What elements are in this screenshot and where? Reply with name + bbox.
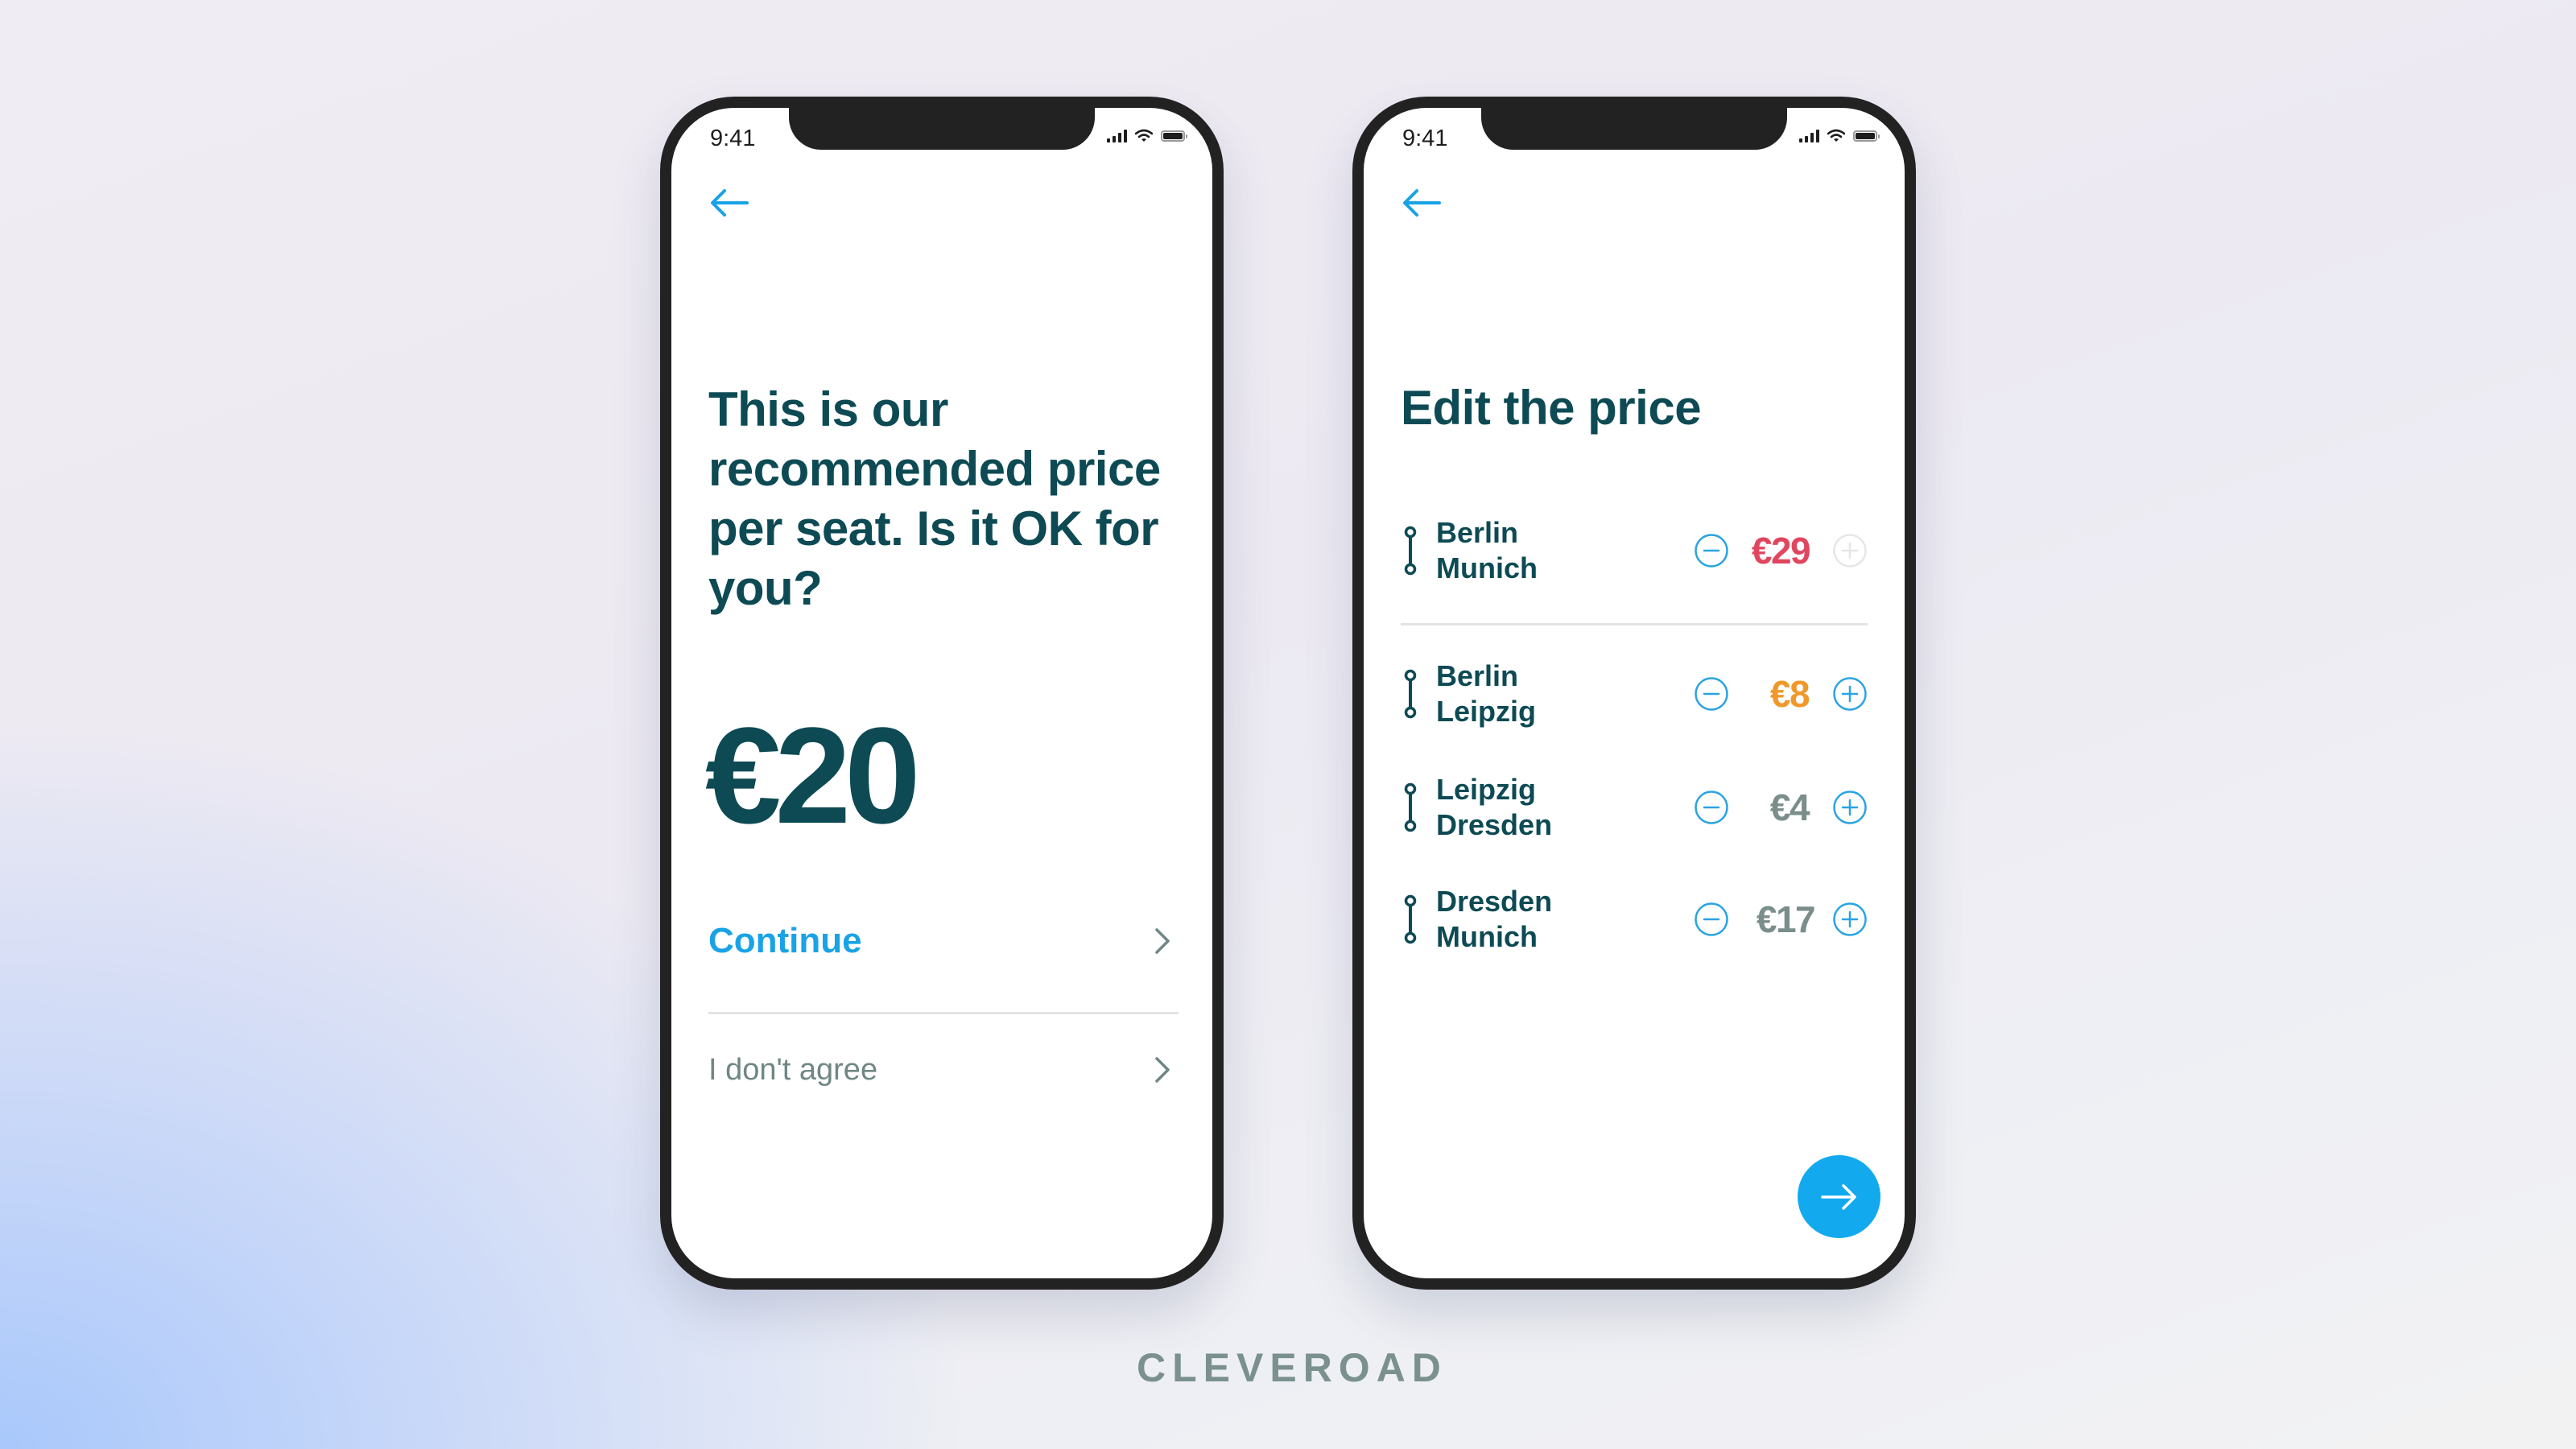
phone-recommended-price: 9:41 This is our recommended price per s… xyxy=(660,97,1224,1290)
route-cities: Dresden Munich xyxy=(1436,884,1552,955)
status-time: 9:41 xyxy=(1402,126,1448,151)
wifi-icon xyxy=(1827,129,1845,142)
arrow-right-icon xyxy=(1820,1183,1856,1210)
plus-circle-icon[interactable] xyxy=(1832,676,1868,712)
status-icons xyxy=(1107,129,1187,142)
route-cities: Berlin Leipzig xyxy=(1436,658,1536,729)
phone-notch xyxy=(789,108,1095,150)
status-icons xyxy=(1799,129,1880,142)
continue-label: Continue xyxy=(708,921,862,960)
route-cities: Leipzig Dresden xyxy=(1436,772,1552,843)
route-icon xyxy=(1404,894,1417,944)
route-price: €4 xyxy=(1769,786,1810,828)
route-row: Berlin Munich €29 xyxy=(1401,514,1868,587)
continue-button[interactable]: Continue xyxy=(708,905,1179,977)
arrow-left-icon[interactable] xyxy=(708,187,750,219)
phone-screen: 9:41 This is our recommended price per s… xyxy=(671,108,1212,1278)
route-from: Dresden xyxy=(1436,885,1553,918)
page-heading: This is our recommended price per seat. … xyxy=(708,382,1161,615)
battery-icon xyxy=(1161,130,1187,142)
disagree-label: I don't agree xyxy=(708,1052,878,1087)
route-to: Dresden xyxy=(1436,808,1553,841)
divider xyxy=(708,1012,1179,1014)
minus-circle-icon[interactable] xyxy=(1694,533,1729,568)
price-stepper: €8 xyxy=(1694,658,1868,730)
next-button[interactable] xyxy=(1798,1155,1880,1238)
minus-circle-icon[interactable] xyxy=(1694,790,1729,825)
battery-icon xyxy=(1853,130,1880,142)
chevron-right-icon xyxy=(1155,1057,1170,1083)
route-to: Munich xyxy=(1436,551,1538,584)
status-time: 9:41 xyxy=(710,126,756,151)
phone-notch xyxy=(1481,108,1787,150)
route-cities: Berlin Munich xyxy=(1436,515,1538,586)
disagree-button[interactable]: I don't agree xyxy=(708,1034,1179,1106)
divider xyxy=(1401,623,1868,625)
minus-circle-icon[interactable] xyxy=(1694,902,1729,937)
route-row: Leipzig Dresden €4 xyxy=(1401,771,1868,844)
route-row: Dresden Munich €17 xyxy=(1401,883,1868,956)
cellular-signal-icon xyxy=(1107,129,1127,142)
route-from: Leipzig xyxy=(1436,773,1536,806)
price-stepper: €29 xyxy=(1694,514,1868,587)
route-price: €8 xyxy=(1769,673,1810,715)
arrow-left-icon[interactable] xyxy=(1401,187,1443,219)
price-stepper: €17 xyxy=(1694,883,1868,956)
plus-circle-icon xyxy=(1833,534,1867,568)
route-from: Berlin xyxy=(1436,659,1519,692)
route-row: Berlin Leipzig €8 xyxy=(1401,658,1868,730)
plus-circle-icon[interactable] xyxy=(1832,790,1868,825)
route-icon xyxy=(1404,526,1417,576)
recommended-price: €20 xyxy=(705,700,921,852)
plus-circle-icon[interactable] xyxy=(1832,902,1868,937)
chevron-right-icon xyxy=(1155,928,1170,954)
route-to: Munich xyxy=(1436,920,1538,953)
price-stepper: €4 xyxy=(1694,771,1868,844)
brand-logo: CLEVEROAD xyxy=(1137,1345,1447,1390)
route-from: Berlin xyxy=(1436,516,1519,549)
wifi-icon xyxy=(1135,129,1153,142)
minus-circle-icon[interactable] xyxy=(1694,676,1729,712)
route-price: €29 xyxy=(1751,530,1811,572)
route-icon xyxy=(1404,669,1417,719)
cellular-signal-icon xyxy=(1799,129,1819,142)
phone-edit-price: 9:41 Edit the price Berlin Munich €29 Berli… xyxy=(1352,97,1916,1290)
page-title: Edit the price xyxy=(1401,381,1702,435)
route-to: Leipzig xyxy=(1436,695,1536,728)
route-price: €17 xyxy=(1756,898,1816,940)
route-icon xyxy=(1404,782,1417,832)
phone-screen: 9:41 Edit the price Berlin Munich €29 Berli… xyxy=(1364,108,1905,1278)
